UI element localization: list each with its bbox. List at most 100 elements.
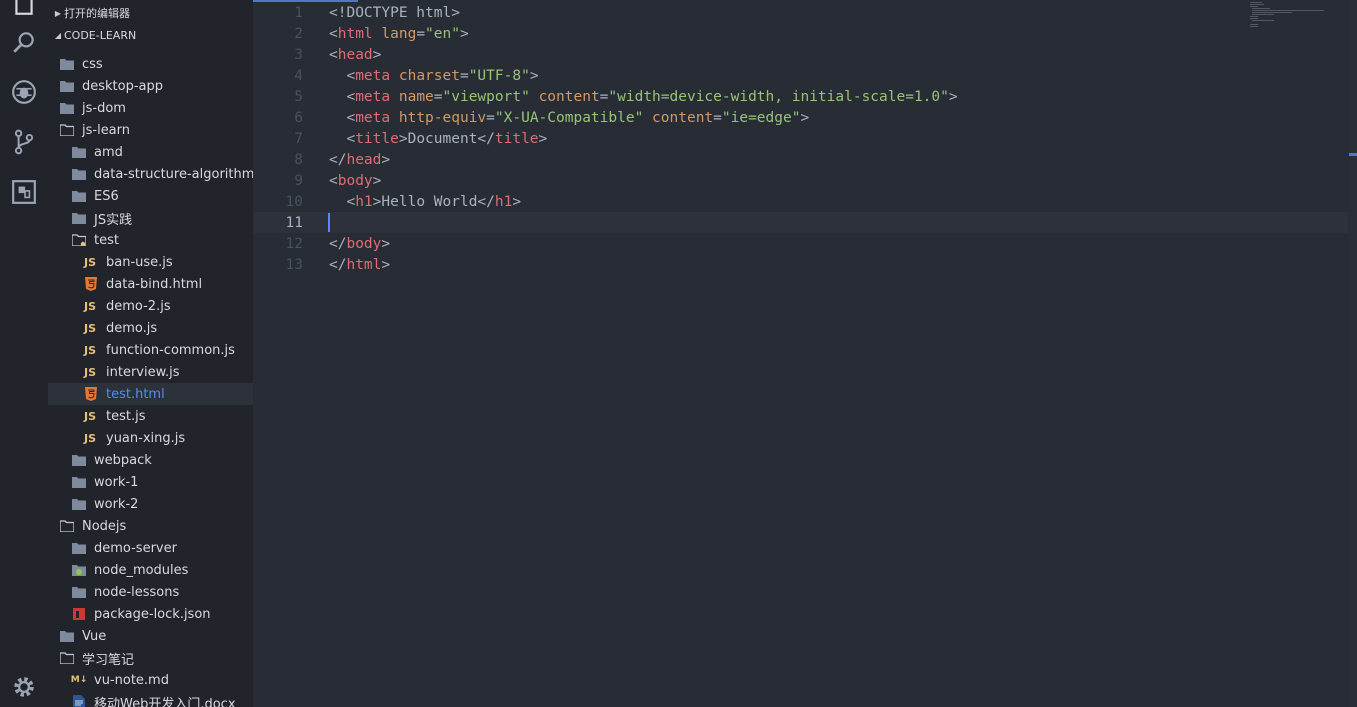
code-token: meta	[355, 67, 391, 84]
chevron-down-icon: ◢	[54, 30, 62, 40]
code-line[interactable]: 6 <meta http-equiv="X-UA-Compatible" con…	[253, 107, 1348, 128]
tree-folder-item[interactable]: node-lessons	[48, 581, 253, 603]
debug-icon[interactable]	[8, 76, 40, 108]
line-number: 5	[294, 88, 303, 105]
tree-folder-item[interactable]: Vue	[48, 625, 253, 647]
code-line[interactable]: 7 <title>Document</title>	[253, 128, 1348, 149]
code-line[interactable]: 1 <!DOCTYPE html>	[253, 2, 1348, 23]
code-line[interactable]: 3 <head>	[253, 44, 1348, 65]
code-token: html	[346, 256, 382, 273]
code-text: </head>	[329, 152, 390, 168]
line-number: 10	[285, 193, 303, 210]
code-token: >	[381, 256, 391, 273]
code-token: "width=device-width, initial-scale=1.0"	[608, 88, 949, 105]
tree-folder-item[interactable]: js-learn	[48, 119, 253, 141]
folder-icon	[72, 189, 86, 203]
code-token: title	[355, 130, 399, 147]
code-token: title	[494, 130, 539, 147]
code-line[interactable]: 13 </html>	[253, 254, 1348, 275]
code-token: =	[713, 109, 722, 126]
tree-file-item[interactable]: JS yuan-xing.js	[48, 427, 253, 449]
tree-file-item[interactable]: JS interview.js	[48, 361, 253, 383]
code-token: <	[329, 172, 338, 189]
tree-folder-item[interactable]: ES6	[48, 185, 253, 207]
tree-item-label: data-bind.html	[106, 276, 203, 292]
tree-folder-item[interactable]: work-2	[48, 493, 253, 515]
code-line[interactable]: 10 <h1>Hello World</h1>	[253, 191, 1348, 212]
code-token: =	[459, 67, 469, 84]
tree-file-item[interactable]: JS demo.js	[48, 317, 253, 339]
html-file-icon	[84, 387, 98, 401]
tree-item-label: demo.js	[106, 320, 158, 336]
tree-file-item[interactable]: test.html	[48, 383, 253, 405]
tree-folder-item[interactable]: js-dom	[48, 97, 253, 119]
tree-folder-item[interactable]: Nodejs	[48, 515, 253, 537]
tree-folder-item[interactable]: JS实践	[48, 207, 253, 229]
tree-item-label: webpack	[94, 452, 152, 468]
code-line[interactable]: 8 </head>	[253, 149, 1348, 170]
tree-item-label: test.js	[106, 408, 146, 424]
code-line[interactable]: 4 <meta charset="UTF-8">	[253, 65, 1348, 86]
source-control-icon[interactable]	[8, 126, 40, 158]
extensions-icon[interactable]	[8, 176, 40, 208]
code-token: content	[652, 109, 714, 126]
tree-item-label: ES6	[94, 188, 119, 204]
code-token: body	[346, 235, 382, 252]
code-line[interactable]: 9 <body>	[253, 170, 1348, 191]
javascript-file-icon: JS	[84, 321, 97, 335]
tree-folder-item[interactable]: work-1	[48, 471, 253, 493]
tree-item-label: Nodejs	[82, 518, 127, 534]
html-file-icon	[84, 277, 98, 291]
code-text: <!DOCTYPE html>	[329, 5, 460, 21]
code-line[interactable]: 2 <html lang="en">	[253, 23, 1348, 44]
minimap[interactable]	[1248, 0, 1328, 30]
tree-item-label: amd	[94, 144, 123, 160]
code-token: <	[329, 109, 356, 126]
code-line[interactable]: 11	[253, 212, 1348, 233]
settings-gear-icon[interactable]	[8, 671, 40, 703]
code-text: <meta charset="UTF-8">	[329, 67, 538, 84]
search-icon[interactable]	[8, 26, 40, 58]
tree-folder-item[interactable]: test	[48, 229, 253, 251]
tree-file-item[interactable]: JS test.js	[48, 405, 253, 427]
tree-folder-item[interactable]: 学习笔记	[48, 647, 253, 669]
tree-folder-item[interactable]: data-structure-algorithm	[48, 163, 253, 185]
tree-file-item[interactable]: 移动Web开发入门.docx	[48, 691, 253, 707]
node-folder-icon	[72, 563, 86, 577]
tree-file-item[interactable]: data-bind.html	[48, 273, 253, 295]
line-number: 4	[294, 67, 303, 84]
tree-folder-item[interactable]: node_modules	[48, 559, 253, 581]
tree-file-item[interactable]: package-lock.json	[48, 603, 253, 625]
code-line[interactable]: 5 <meta name="viewport" content="width=d…	[253, 86, 1348, 107]
code-token: "UTF-8"	[468, 67, 530, 84]
code-token: =	[433, 88, 443, 105]
explorer-icon[interactable]	[8, 0, 40, 20]
project-label: CODE-LEARN	[64, 28, 137, 42]
project-header[interactable]: ◢ CODE-LEARN	[48, 24, 253, 46]
tree-item-label: 学习笔记	[82, 652, 135, 668]
open-editors-header[interactable]: ▶ 打开的编辑器	[48, 2, 253, 24]
line-number: 12	[285, 235, 303, 252]
code-token: >	[512, 193, 522, 210]
tree-file-item[interactable]: JS demo-2.js	[48, 295, 253, 317]
code-token: "ie=edge"	[721, 109, 801, 126]
tree-folder-item[interactable]: amd	[48, 141, 253, 163]
tree-folder-item[interactable]: desktop-app	[48, 75, 253, 97]
javascript-file-icon: JS	[84, 255, 97, 269]
tree-file-item[interactable]: M↓ vu-note.md	[48, 669, 253, 691]
code-editor[interactable]: 1 <!DOCTYPE html> 2 <html lang="en"> 3 <head>…	[253, 0, 1357, 707]
tree-item-label: Vue	[82, 628, 107, 644]
tree-folder-item[interactable]: demo-server	[48, 537, 253, 559]
vertical-scrollbar[interactable]	[1349, 0, 1357, 707]
code-token: head	[337, 46, 373, 63]
tree-item-label: JS实践	[94, 212, 133, 228]
tree-file-item[interactable]: JS ban-use.js	[48, 251, 253, 273]
tree-file-item[interactable]: JS function-common.js	[48, 339, 253, 361]
folder-icon	[60, 57, 74, 71]
tree-folder-item[interactable]: css	[48, 53, 253, 75]
code-line[interactable]: 12 </body>	[253, 233, 1348, 254]
tree-folder-item[interactable]: webpack	[48, 449, 253, 471]
